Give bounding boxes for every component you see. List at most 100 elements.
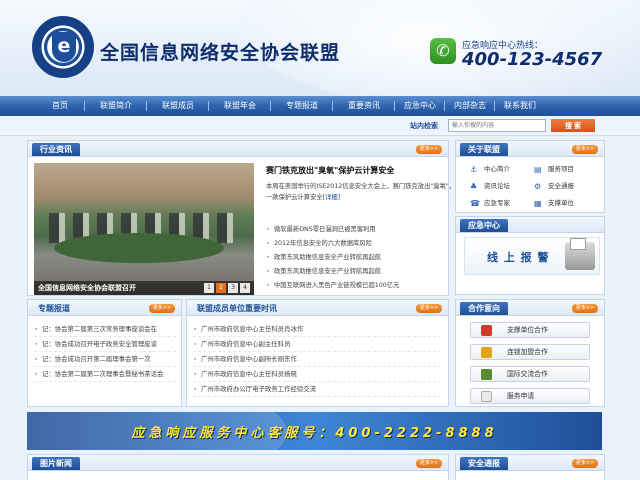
special-list: 记：协会第二届第三次常务理事座谈会在 记：协会成功召开电子政务安全管理座谈 记：…: [34, 322, 176, 382]
international-cooperation-button[interactable]: 国际交流合作: [470, 366, 590, 382]
phone-icon: ☎: [470, 199, 480, 208]
industry-news-panel: 行业资讯 更多>> 全国信息网络安全协会联盟召开 1 2 3 4 赛门铁克放出"…: [27, 140, 468, 296]
list-item[interactable]: 微软最新DNS零日漏洞已被黑客利用: [266, 223, 472, 237]
site-header: e 全国信息网络安全协会联盟 ✆ 应急响应中心热线： 400-123-4567: [0, 0, 640, 96]
panel-header: 行业资讯 更多>>: [28, 141, 448, 157]
online-alarm-label: 线 上 报 警: [487, 251, 550, 264]
international-icon: [481, 369, 492, 380]
application-icon: [481, 391, 492, 402]
panel-header: 联盟成员单位重要时讯 更多>>: [187, 300, 448, 316]
about-link[interactable]: ♣ 资讯论坛: [470, 180, 534, 192]
franchise-icon: [481, 347, 492, 358]
list-item[interactable]: 政策东风助推信息安全产业转航再起航: [266, 265, 472, 279]
coop-label: 连锁加盟合作: [507, 348, 548, 356]
more-button[interactable]: 更多>>: [416, 459, 442, 468]
grid-icon: ▦: [534, 199, 542, 208]
panel-header: 安全通报 更多>>: [456, 455, 604, 471]
site-title[interactable]: 全国信息网络安全协会联盟: [100, 38, 340, 65]
summary-detail-link[interactable]: [详细]: [323, 194, 341, 201]
fax-icon: [565, 238, 595, 270]
list-item[interactable]: 记：协会第二届第二次理事会暨秘书茶话会: [34, 367, 176, 382]
more-button[interactable]: 更多>>: [572, 145, 598, 154]
news-photo[interactable]: 全国信息网络安全协会联盟召开 1 2 3 4: [34, 163, 254, 295]
hotline-number: 400-123-4567: [462, 49, 603, 70]
list-item[interactable]: 记：协会第二届第三次常务理事座谈会在: [34, 322, 176, 337]
service-hotline-banner[interactable]: 应急响应服务中心客服号：400-2222-8888: [27, 412, 602, 450]
list-item[interactable]: 记：协会成功召开第二届理事会第一次: [34, 352, 176, 367]
panel-title: 安全通报: [460, 457, 508, 470]
nav-item-annual-meeting[interactable]: 联盟年会: [208, 96, 271, 116]
about-link[interactable]: ⚙ 安全通报: [534, 180, 598, 192]
special-reports-panel: 专题报道 更多>> 记：协会第二届第三次常务理事座谈会在 记：协会成功召开电子政…: [27, 299, 182, 407]
panel-title: 应急中心: [460, 219, 508, 232]
nav-item-about[interactable]: 联盟简介: [84, 96, 147, 116]
anchor-icon: ⚓: [470, 165, 478, 174]
list-item[interactable]: 广州市政府信息中心副所长刚东作: [193, 352, 441, 367]
search-button[interactable]: 搜 索: [551, 119, 595, 132]
about-link-label: 安全通报: [548, 182, 574, 190]
document-icon: ▤: [534, 165, 542, 174]
main-nav: 首页 联盟简介 联盟成员 联盟年会 专题报道 重要资讯 应急中心 内部杂志 联系…: [0, 96, 640, 116]
list-item[interactable]: 广州市政府信息中心副主任科员: [193, 337, 441, 352]
panel-header: 专题报道 更多>>: [28, 300, 181, 316]
more-button[interactable]: 更多>>: [416, 145, 442, 154]
list-item[interactable]: 广州市政府信息中心主任科员肖冰作: [193, 322, 441, 337]
nav-item-news[interactable]: 重要资讯: [332, 96, 395, 116]
more-button[interactable]: 更多>>: [149, 304, 175, 313]
member-news-panel: 联盟成员单位重要时讯 更多>> 广州市政府信息中心主任科员肖冰作 广州市政府信息…: [186, 299, 449, 407]
panel-title: 合作意向: [460, 302, 508, 315]
nav-item-contact[interactable]: 联系我们: [494, 96, 545, 116]
about-link[interactable]: ☎ 应急专家: [470, 197, 534, 209]
about-links: ⚓ 中心简介 ▤ 服务项目 ♣ 资讯论坛 ⚙ 安全通报 ☎ 应急专家 ▦ 支撑单位: [470, 163, 598, 209]
cooperation-panel: 合作意向 更多>> 支撑单位合作 连锁加盟合作 国际交流合作 服务申请: [455, 299, 605, 407]
service-application-button[interactable]: 服务申请: [470, 388, 590, 404]
support-unit-cooperation-button[interactable]: 支撑单位合作: [470, 322, 590, 338]
panel-title: 专题报道: [38, 304, 70, 313]
support-icon: [481, 325, 492, 336]
more-button[interactable]: 更多>>: [416, 304, 442, 313]
panel-header: 图片新闻 更多>>: [28, 455, 448, 471]
photo-pager: 1 2 3 4: [204, 283, 250, 293]
about-link[interactable]: ▤ 服务项目: [534, 163, 598, 175]
nav-item-magazine[interactable]: 内部杂志: [444, 96, 495, 116]
pager-page-1[interactable]: 1: [204, 283, 214, 293]
pager-page-3[interactable]: 3: [228, 283, 238, 293]
list-item[interactable]: 中国互联网进入黑色产业链规模已超100亿元: [266, 279, 472, 293]
panel-title: 关于联盟: [460, 143, 508, 156]
online-alarm-button[interactable]: 线 上 报 警: [464, 237, 600, 275]
search-input[interactable]: [448, 119, 546, 132]
banner-text: 应急响应服务中心客服号：400-2222-8888: [131, 426, 498, 441]
search-bar: 站内检索 搜 索: [0, 116, 640, 136]
more-button[interactable]: 更多>>: [572, 459, 598, 468]
list-item[interactable]: 2012年信息安全的六大数据库风险: [266, 237, 472, 251]
list-item[interactable]: 记：协会成功召开电子政务安全管理座谈: [34, 337, 176, 352]
about-link[interactable]: ▦ 支撑单位: [534, 197, 598, 209]
pager-page-4[interactable]: 4: [240, 283, 250, 293]
phone-icon: ✆: [430, 38, 456, 64]
franchise-cooperation-button[interactable]: 连锁加盟合作: [470, 344, 590, 360]
more-button[interactable]: 更多>>: [572, 304, 598, 313]
forum-icon: ♣: [470, 182, 478, 191]
alliance-logo[interactable]: e: [32, 16, 94, 78]
about-link-label: 资讯论坛: [484, 182, 510, 190]
panel-title: 图片新闻: [32, 457, 80, 470]
panel-header: 关于联盟 更多>>: [456, 141, 604, 157]
about-link-label: 支撑单位: [548, 199, 574, 207]
coop-label: 服务申请: [507, 392, 535, 400]
about-link[interactable]: ⚓ 中心简介: [470, 163, 534, 175]
nav-item-home[interactable]: 首页: [35, 96, 85, 116]
news-headline[interactable]: 赛门铁克放出"臭氧"保护云计算安全: [266, 165, 394, 176]
gear-icon: ⚙: [534, 182, 542, 191]
pager-page-2[interactable]: 2: [216, 283, 226, 293]
search-label: 站内检索: [410, 122, 438, 130]
list-item[interactable]: 政策东风助推信息安全产业转航再起航: [266, 251, 472, 265]
list-item[interactable]: 广州市政府信息中心主任科员杨晓: [193, 367, 441, 382]
panel-title: 联盟成员单位重要时讯: [197, 304, 277, 313]
nav-item-members[interactable]: 联盟成员: [146, 96, 209, 116]
nav-item-special-reports[interactable]: 专题报道: [270, 96, 333, 116]
panel-header: 合作意向 更多>>: [456, 300, 604, 316]
photo-news-panel: 图片新闻 更多>>: [27, 454, 449, 480]
coop-label: 国际交流合作: [507, 370, 548, 378]
nav-item-emergency[interactable]: 应急中心: [394, 96, 445, 116]
list-item[interactable]: 广州市政府办公厅电子政务工作经验交流: [193, 382, 441, 397]
